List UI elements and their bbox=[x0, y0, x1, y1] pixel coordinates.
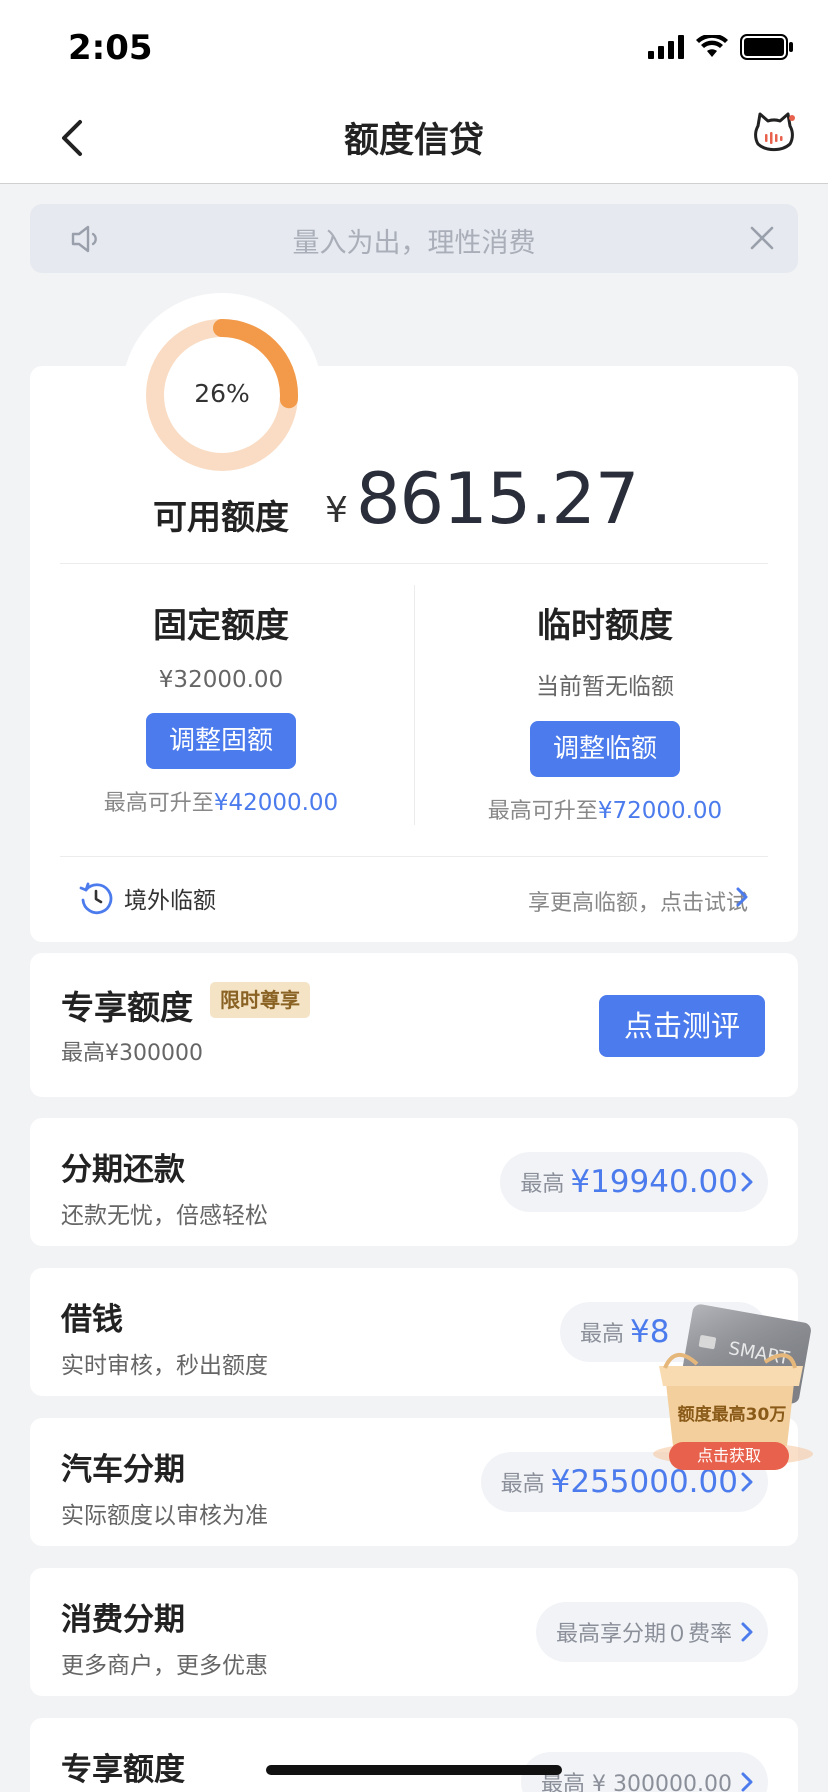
overseas-quota-label: 境外临额 bbox=[124, 888, 216, 914]
exclusive-subtitle: 最高¥300000 bbox=[61, 1041, 203, 1066]
notice-text: 量入为出，理性消费 bbox=[292, 228, 536, 259]
available-amount: 8615.27 bbox=[356, 458, 639, 540]
overseas-quota-hint[interactable]: 享更高临额，点击试试 bbox=[528, 885, 748, 917]
temporary-max-value: ¥72000.00 bbox=[597, 798, 723, 824]
overseas-quota-row[interactable]: 境外临额 bbox=[78, 880, 216, 916]
status-time: 2:05 bbox=[68, 28, 153, 68]
battery-icon bbox=[740, 34, 793, 60]
fixed-quota-value: ¥32000.00 bbox=[158, 667, 284, 693]
home-indicator[interactable] bbox=[266, 1765, 562, 1775]
list-item-exclusive-quota[interactable]: 专享额度 最高 ¥ 300000.00 bbox=[30, 1718, 798, 1792]
chevron-right-icon bbox=[741, 1772, 753, 1792]
pill-amount: ¥19940.00 bbox=[570, 1164, 738, 1200]
fixed-quota-max: 最高可升至¥42000.00 bbox=[71, 785, 371, 817]
evaluate-button[interactable]: 点击测评 bbox=[599, 995, 765, 1057]
customer-service-mascot-icon[interactable] bbox=[750, 110, 798, 158]
currency-symbol: ¥ bbox=[325, 490, 348, 531]
exclusive-quota-card: 专享额度 限时尊享 最高¥300000 点击测评 bbox=[30, 953, 798, 1097]
temporary-quota-value: 当前暂无临额 bbox=[536, 674, 674, 700]
chevron-right-icon bbox=[741, 1172, 753, 1192]
status-icons bbox=[648, 34, 794, 60]
chevron-right-icon bbox=[741, 1622, 753, 1642]
list-item-subtitle: 还款无忧，倍感轻松 bbox=[61, 1203, 268, 1229]
list-item-subtitle: 更多商户，更多优惠 bbox=[61, 1653, 268, 1679]
cellular-signal-icon bbox=[648, 35, 684, 59]
available-label: 可用额度 bbox=[153, 498, 289, 538]
nav-bar: 额度信贷 bbox=[0, 92, 828, 184]
status-bar: 2:05 bbox=[0, 0, 828, 92]
amount-pill[interactable]: 最高享分期０费率 bbox=[535, 1602, 768, 1662]
floating-promo-widget[interactable]: SMART 额度最高30万 点击获取 bbox=[645, 1304, 815, 1472]
pill-prefix: 最高 bbox=[580, 1322, 625, 1347]
temporary-quota-title: 临时额度 bbox=[537, 606, 673, 646]
pill-prefix: 最高 bbox=[500, 1472, 545, 1497]
limited-time-badge: 限时尊享 bbox=[210, 982, 310, 1018]
chevron-right-icon bbox=[741, 1472, 753, 1492]
list-item-title: 汽车分期 bbox=[61, 1452, 185, 1488]
divider bbox=[60, 856, 768, 857]
temporary-quota-section: 临时额度 当前暂无临额 调整临额 最高可升至¥72000.00 bbox=[455, 598, 755, 825]
pill-prefix: 最高 ¥ 300000.00 bbox=[541, 1772, 732, 1792]
pill-prefix: 最高 bbox=[520, 1172, 565, 1197]
close-icon[interactable] bbox=[748, 224, 776, 252]
list-item-installment-repayment[interactable]: 分期还款 还款无忧，倍感轻松 最高 ¥19940.00 bbox=[30, 1118, 798, 1246]
adjust-temporary-button[interactable]: 调整临额 bbox=[530, 721, 680, 777]
fixed-max-prefix: 最高可升至 bbox=[103, 791, 214, 816]
fixed-quota-title: 固定额度 bbox=[153, 606, 289, 646]
list-item-title: 借钱 bbox=[61, 1302, 123, 1338]
list-item-title: 专享额度 bbox=[61, 1752, 185, 1788]
page-title: 额度信贷 bbox=[343, 121, 484, 161]
usage-percent: 26% bbox=[194, 379, 250, 408]
promo-text: 额度最高30万 bbox=[677, 1405, 787, 1425]
pill-prefix: 最高享分期０费率 bbox=[555, 1622, 732, 1647]
exclusive-title: 专享额度 bbox=[61, 988, 193, 1027]
list-item-title: 分期还款 bbox=[61, 1152, 185, 1188]
column-divider bbox=[414, 585, 415, 825]
notice-bar: 量入为出，理性消费 bbox=[30, 204, 798, 273]
wifi-icon bbox=[696, 35, 728, 57]
amount-pill[interactable]: 最高 ¥19940.00 bbox=[500, 1152, 768, 1212]
adjust-fixed-button[interactable]: 调整固额 bbox=[146, 713, 296, 769]
fixed-quota-section: 固定额度 ¥32000.00 调整固额 最高可升至¥42000.00 bbox=[71, 598, 371, 817]
promo-get-button[interactable]: 点击获取 bbox=[669, 1442, 789, 1470]
temporary-max-prefix: 最高可升至 bbox=[487, 799, 598, 824]
list-item-subtitle: 实时审核，秒出额度 bbox=[61, 1353, 268, 1379]
temporary-quota-max: 最高可升至¥72000.00 bbox=[455, 793, 755, 825]
clock-refresh-icon bbox=[79, 882, 113, 915]
chevron-right-icon[interactable] bbox=[734, 886, 750, 908]
list-item-consumer-installment[interactable]: 消费分期 更多商户，更多优惠 最高享分期０费率 bbox=[30, 1568, 798, 1696]
list-item-title: 消费分期 bbox=[61, 1602, 185, 1638]
divider bbox=[60, 563, 768, 564]
list-item-subtitle: 实际额度以审核为准 bbox=[61, 1503, 268, 1529]
fixed-max-value: ¥42000.00 bbox=[213, 790, 339, 816]
